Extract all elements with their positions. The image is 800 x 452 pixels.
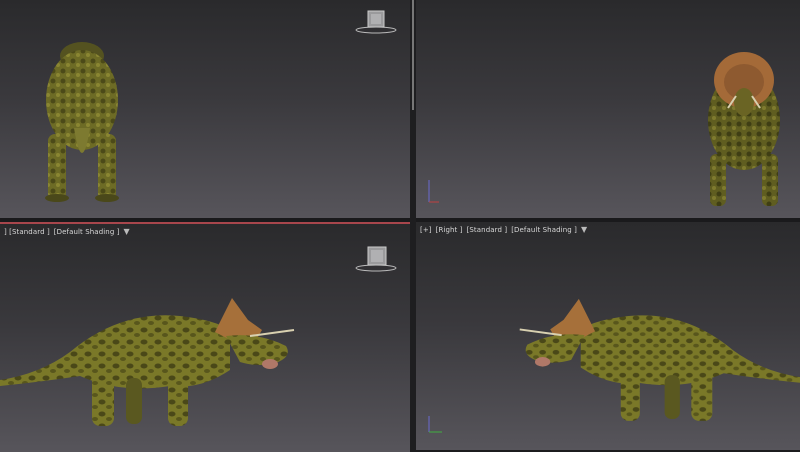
viewport-label-menu[interactable]: [+] xyxy=(420,226,432,234)
dinosaur-front-view xyxy=(708,52,780,206)
viewport-bottom-left[interactable]: ] [Standard ] [Default Shading ] ▼ xyxy=(0,222,410,452)
view-cube-icon[interactable] xyxy=(354,244,398,274)
viewport-label-shading-mode[interactable]: [Standard ] xyxy=(467,226,508,234)
viewport-bottom-right[interactable]: [+] [Right ] [Standard ] [Default Shading ]… xyxy=(416,222,800,450)
viewport-label[interactable]: ] [Standard ] [Default Shading ] ▼ xyxy=(4,227,134,236)
axis-gizmo-icon xyxy=(428,416,442,433)
dinosaur-left-side-view xyxy=(0,298,295,426)
viewport-label-display-mode[interactable]: [Default Shading ] xyxy=(54,228,120,236)
dinosaur-right-side-view xyxy=(519,298,800,421)
viewport-top-right[interactable] xyxy=(416,0,800,218)
dinosaur-back-view xyxy=(45,42,119,202)
viewport-label-view[interactable]: [Right ] xyxy=(436,226,463,234)
view-cube-icon[interactable] xyxy=(354,8,398,38)
axis-gizmo-icon xyxy=(428,180,439,203)
viewport-label-display-mode[interactable]: [Default Shading ] xyxy=(511,226,577,234)
viewport-top-left[interactable] xyxy=(0,0,410,218)
viewport-label-shading-mode[interactable]: ] [Standard ] xyxy=(4,228,50,236)
funnel-icon[interactable]: ▼ xyxy=(581,225,587,234)
viewport-horizontal-splitter[interactable] xyxy=(0,218,800,222)
viewport-label[interactable]: [+] [Right ] [Standard ] [Default Shading ]… xyxy=(420,225,591,234)
splitter-grip[interactable] xyxy=(412,0,414,110)
funnel-icon[interactable]: ▼ xyxy=(124,227,130,236)
